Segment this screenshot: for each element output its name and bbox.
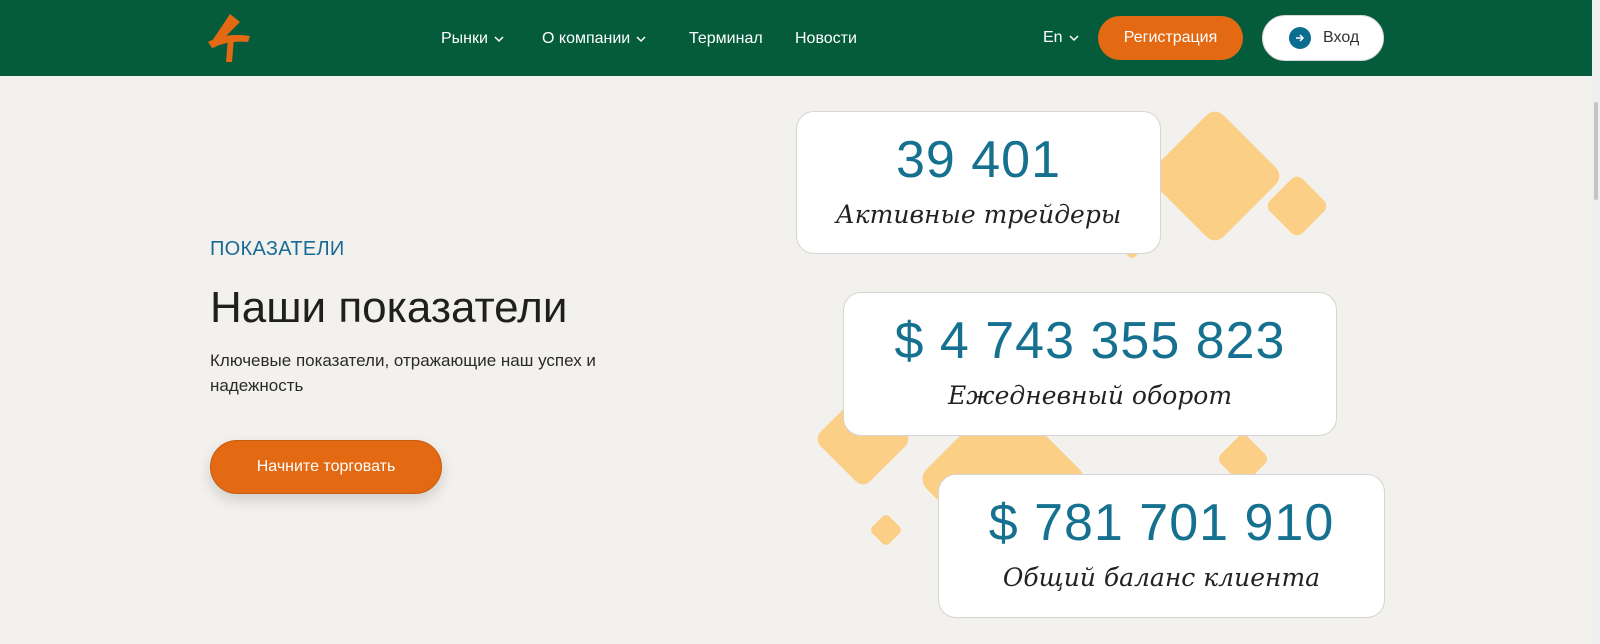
language-label: En bbox=[1043, 29, 1063, 46]
chevron-down-icon bbox=[636, 36, 646, 43]
start-trading-button[interactable]: Начните торговать bbox=[210, 440, 442, 494]
chevron-down-icon bbox=[1069, 35, 1079, 42]
stat-value: 39 401 bbox=[895, 131, 1062, 189]
nav-item-label: Рынки bbox=[441, 30, 488, 47]
nav-item-label: Новости bbox=[795, 30, 857, 47]
login-arrow-icon bbox=[1289, 27, 1311, 49]
chevron-down-icon bbox=[494, 36, 504, 43]
page-scrollbar[interactable] bbox=[1592, 0, 1600, 644]
top-navbar: Рынки О компании Терминал Новости En Рег… bbox=[0, 0, 1600, 76]
language-switcher[interactable]: En bbox=[1043, 29, 1079, 47]
nav-item-label: Терминал bbox=[689, 30, 763, 47]
stat-card-client-balance: $ 781 701 910 Общий баланс клиента bbox=[938, 474, 1385, 618]
section-description: Ключевые показатели, отражающие наш успе… bbox=[210, 351, 596, 395]
stat-value: $ 4 743 355 823 bbox=[894, 312, 1286, 370]
nav-item-news[interactable]: Новости bbox=[795, 29, 857, 49]
decor-diamond bbox=[1145, 106, 1285, 246]
login-button[interactable]: Вход bbox=[1262, 15, 1384, 61]
decor-diamond bbox=[869, 513, 903, 547]
login-label: Вход bbox=[1323, 29, 1360, 46]
brand-logo[interactable] bbox=[206, 12, 254, 64]
nav-item-markets[interactable]: Рынки bbox=[441, 29, 504, 49]
register-button[interactable]: Регистрация bbox=[1098, 16, 1243, 60]
section-eyebrow: ПОКАЗАТЕЛИ bbox=[210, 238, 345, 260]
section-title: Наши показатели bbox=[210, 283, 568, 332]
nav-item-label: О компании bbox=[542, 30, 631, 47]
stat-label: Общий баланс клиента bbox=[1002, 563, 1321, 592]
stat-value: $ 781 701 910 bbox=[988, 494, 1335, 552]
stat-label: Активные трейдеры bbox=[835, 200, 1122, 229]
scrollbar-thumb[interactable] bbox=[1594, 102, 1598, 200]
stat-card-active-traders: 39 401 Активные трейдеры bbox=[796, 111, 1161, 254]
nav-item-terminal[interactable]: Терминал bbox=[689, 29, 763, 49]
nav-item-about[interactable]: О компании bbox=[542, 29, 646, 49]
stat-label: Ежедневный оборот bbox=[947, 381, 1233, 410]
stat-card-daily-turnover: $ 4 743 355 823 Ежедневный оборот bbox=[843, 292, 1337, 436]
